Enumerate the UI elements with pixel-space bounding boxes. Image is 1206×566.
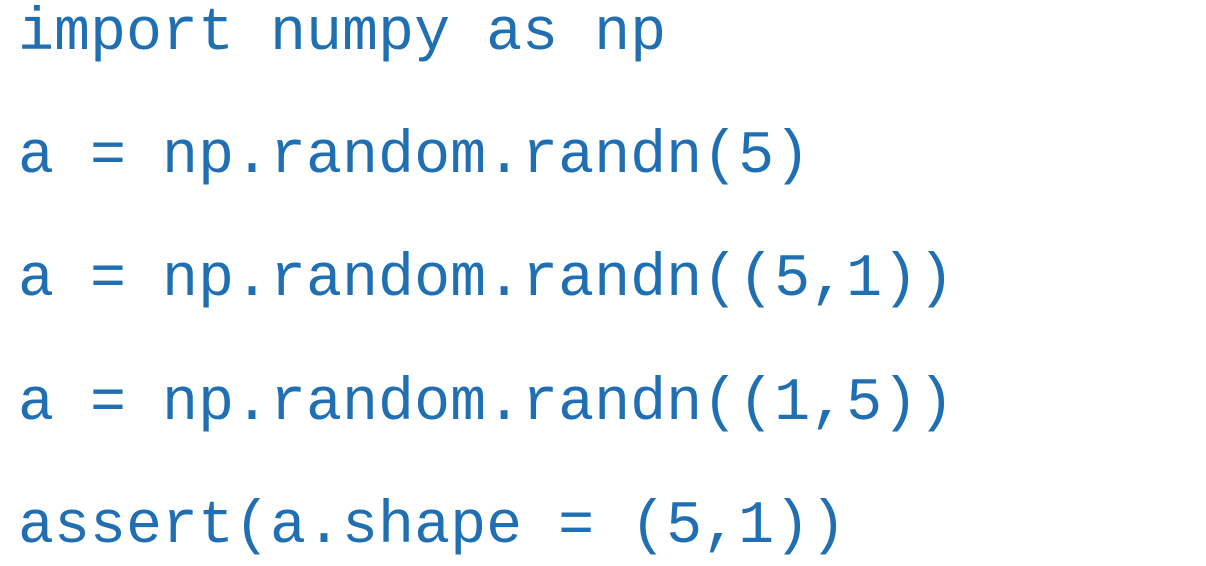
- code-line-import: import numpy as np: [18, 0, 667, 68]
- code-line-randn-1d: a = np.random.randn(5): [18, 123, 811, 191]
- code-block: import numpy as np a = np.random.randn(5…: [18, 0, 1188, 566]
- code-line-randn-row: a = np.random.randn((1,5)): [18, 370, 955, 438]
- code-line-assert: assert(a.shape = (5,1)): [18, 493, 847, 561]
- code-line-randn-column: a = np.random.randn((5,1)): [18, 246, 955, 314]
